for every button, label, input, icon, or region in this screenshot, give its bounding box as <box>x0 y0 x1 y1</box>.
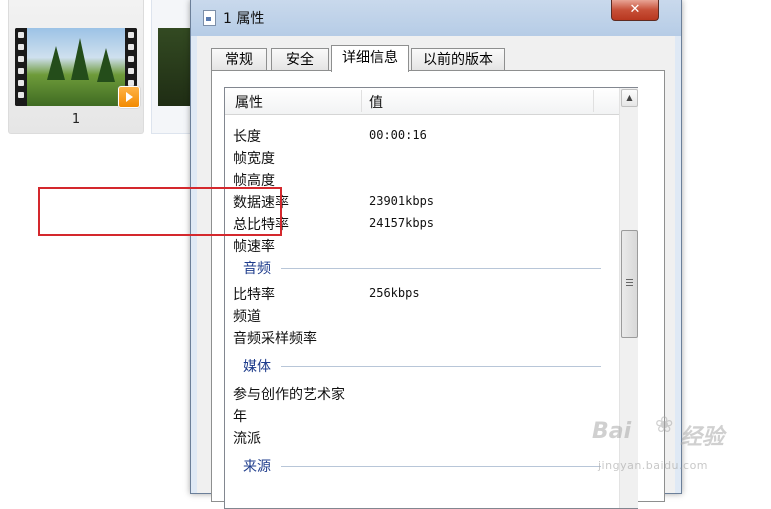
row-value-duration: 00:00:16 <box>369 128 427 142</box>
column-header-value[interactable]: 值 <box>369 92 383 112</box>
row-value-audio-bitrate: 256kbps <box>369 286 420 300</box>
tab-general[interactable]: 常规 <box>211 48 267 71</box>
vertical-scrollbar[interactable]: ▲ <box>619 88 638 508</box>
row-label-sample-rate: 音频采样频率 <box>233 331 317 347</box>
file-name-label: 1 <box>71 112 81 127</box>
row-label-genre: 流派 <box>233 431 261 447</box>
group-divider <box>281 466 601 467</box>
second-file-thumbnail <box>158 28 192 106</box>
tab-previous-versions[interactable]: 以前的版本 <box>411 48 505 71</box>
media-player-icon <box>118 86 140 108</box>
tab-details[interactable]: 详细信息 <box>331 45 409 72</box>
row-label-frame-width: 帧宽度 <box>233 151 275 167</box>
list-header: 属性 值 <box>225 88 619 115</box>
row-label-audio-bitrate: 比特率 <box>233 287 275 303</box>
row-label-contributing-artists: 参与创作的艺术家 <box>233 387 345 403</box>
thumbnail-scene <box>27 28 125 106</box>
dialog-titlebar[interactable]: 1 属性 ✕ <box>191 0 681 36</box>
row-label-channels: 频道 <box>233 309 261 325</box>
row-label-total-bitrate: 总比特率 <box>233 217 289 233</box>
film-strip-left <box>15 28 27 106</box>
dialog-title: 1 属性 <box>223 11 265 27</box>
row-label-data-rate: 数据速率 <box>233 195 289 211</box>
file-icon <box>203 10 216 26</box>
second-file-item[interactable] <box>151 0 193 134</box>
row-label-duration: 长度 <box>233 129 261 145</box>
row-value-data-rate: 23901kbps <box>369 194 435 208</box>
properties-dialog: 1 属性 ✕ 常规 安全 详细信息 以前的版本 属性 值 长度 00:00:16… <box>190 0 682 509</box>
dialog-body: 常规 安全 详细信息 以前的版本 属性 值 长度 00:00:16 帧宽度 帧高… <box>197 36 675 509</box>
group-title-audio[interactable]: 音频 <box>243 258 271 278</box>
group-divider <box>281 366 601 367</box>
group-title-media[interactable]: 媒体 <box>243 356 271 376</box>
close-button[interactable]: ✕ <box>611 0 659 21</box>
column-separator[interactable] <box>361 90 362 112</box>
scroll-thumb[interactable] <box>621 230 638 338</box>
column-separator[interactable] <box>593 90 594 112</box>
row-label-year: 年 <box>233 409 247 425</box>
video-file-item[interactable]: 1 <box>8 0 144 134</box>
details-list[interactable]: 属性 值 长度 00:00:16 帧宽度 帧高度 数据速率 23901kbps … <box>224 87 638 509</box>
scroll-up-arrow-icon[interactable]: ▲ <box>621 89 638 107</box>
group-title-source[interactable]: 来源 <box>243 456 271 476</box>
group-divider <box>281 268 601 269</box>
row-label-frame-height: 帧高度 <box>233 173 275 189</box>
details-tab-panel: 属性 值 长度 00:00:16 帧宽度 帧高度 数据速率 23901kbps … <box>211 70 665 509</box>
tab-security[interactable]: 安全 <box>271 48 329 71</box>
row-value-total-bitrate: 24157kbps <box>369 216 435 230</box>
row-label-frame-rate: 帧速率 <box>233 239 275 255</box>
column-header-property[interactable]: 属性 <box>235 92 263 112</box>
